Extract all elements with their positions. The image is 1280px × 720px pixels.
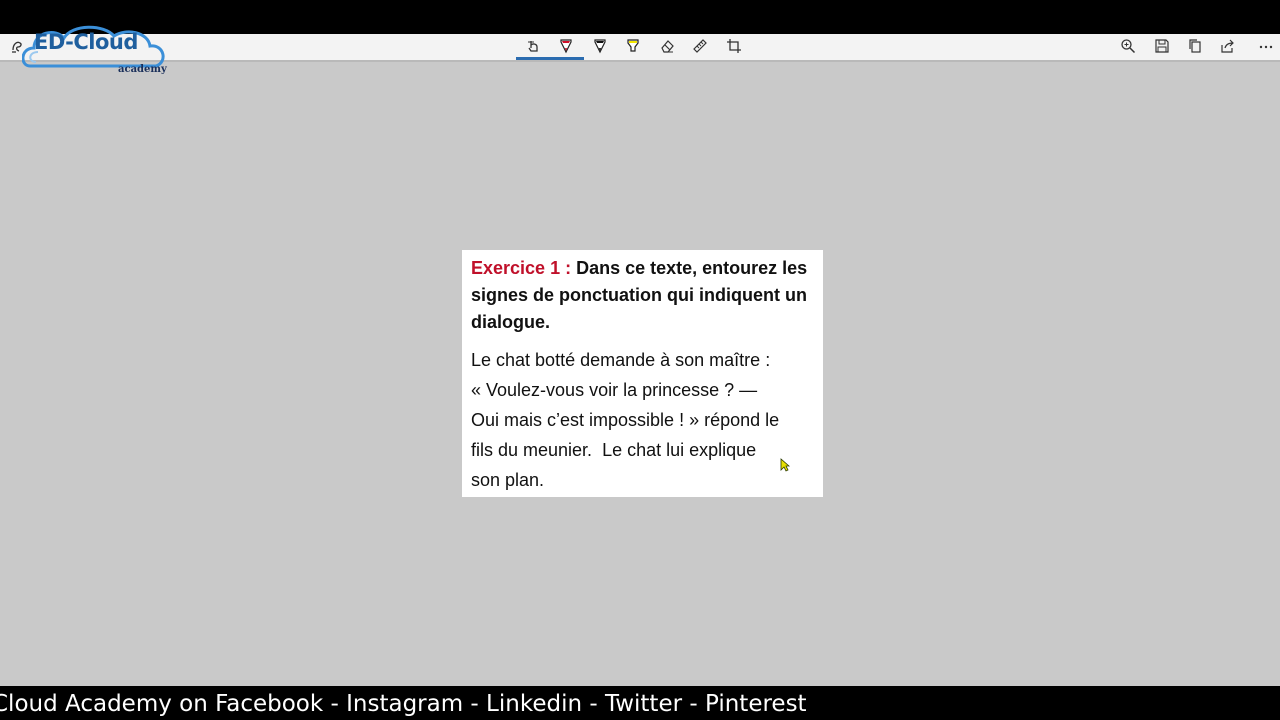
zoom-icon[interactable] bbox=[1115, 35, 1141, 57]
ruler-icon[interactable] bbox=[687, 35, 713, 57]
black-pen-icon[interactable] bbox=[587, 35, 613, 57]
copy-icon[interactable] bbox=[1182, 35, 1208, 57]
mouse-pointer-icon bbox=[780, 458, 790, 472]
touch-pen-icon[interactable] bbox=[520, 35, 546, 57]
highlighter-icon[interactable] bbox=[620, 35, 646, 57]
social-ticker-bar: Cloud Academy on Facebook - Instagram - … bbox=[0, 686, 1280, 720]
save-icon[interactable] bbox=[1149, 35, 1175, 57]
toolbar bbox=[0, 34, 1280, 62]
crop-icon[interactable] bbox=[721, 35, 747, 57]
red-pen-icon[interactable] bbox=[553, 35, 579, 57]
body-line: Le chat botté demande à son maître : bbox=[471, 350, 771, 370]
more-icon[interactable] bbox=[1253, 35, 1279, 57]
drawing-app-window: Exercice 1 : Dans ce texte, entourez les… bbox=[0, 34, 1280, 686]
exercise-label: Exercice 1 : bbox=[471, 258, 572, 278]
logo-brand: ED-Cloud bbox=[34, 30, 138, 54]
top-letterbox bbox=[0, 0, 1280, 34]
share-icon[interactable] bbox=[1215, 35, 1241, 57]
ed-cloud-logo: ED-Cloud academy bbox=[22, 22, 182, 86]
body-line: son plan. bbox=[471, 470, 545, 490]
body-line: fils du meunier. Le chat lui explique bbox=[471, 440, 757, 460]
body-line: Oui mais c’est impossible ! » répond le bbox=[471, 410, 780, 430]
active-tool-indicator bbox=[516, 57, 584, 60]
body-line: « Voulez-vous voir la princesse ? — bbox=[471, 380, 758, 400]
exercise-body: Le chat botté demande à son maître : « V… bbox=[471, 345, 817, 495]
exercise-card: Exercice 1 : Dans ce texte, entourez les… bbox=[462, 250, 823, 497]
social-ticker-text: Cloud Academy on Facebook - Instagram - … bbox=[0, 691, 807, 717]
eraser-icon[interactable] bbox=[654, 35, 680, 57]
logo-tagline: academy bbox=[118, 64, 167, 75]
exercise-heading: Exercice 1 : Dans ce texte, entourez les… bbox=[471, 255, 817, 336]
